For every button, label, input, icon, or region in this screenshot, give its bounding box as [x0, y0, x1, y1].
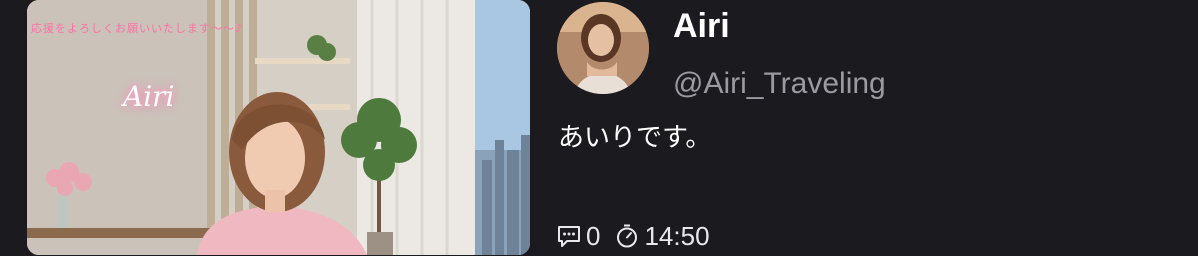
display-name[interactable]: Airi: [673, 6, 730, 46]
thumbnail-overlay-text: 応援をよろしくお願いいたします〜〜♪: [31, 22, 244, 35]
user-handle[interactable]: @Airi_Traveling: [673, 64, 886, 104]
bio-text: あいりです。: [558, 123, 712, 153]
avatar-image: [557, 2, 649, 94]
comment-icon[interactable]: [556, 223, 582, 249]
post-meta: 0 14:50: [556, 220, 710, 252]
video-duration: 14:50: [644, 220, 710, 251]
comment-count: 0: [586, 220, 601, 251]
neon-sign-text: Airi: [123, 80, 175, 113]
post-card[interactable]: 応援をよろしくお願いいたします〜〜♪ Airi Airi @Airi_Trave…: [0, 0, 1198, 256]
video-thumbnail[interactable]: 応援をよろしくお願いいたします〜〜♪ Airi: [27, 0, 530, 255]
thumbnail-scene: [27, 0, 530, 255]
stopwatch-icon: [614, 223, 640, 249]
avatar[interactable]: [557, 2, 649, 94]
